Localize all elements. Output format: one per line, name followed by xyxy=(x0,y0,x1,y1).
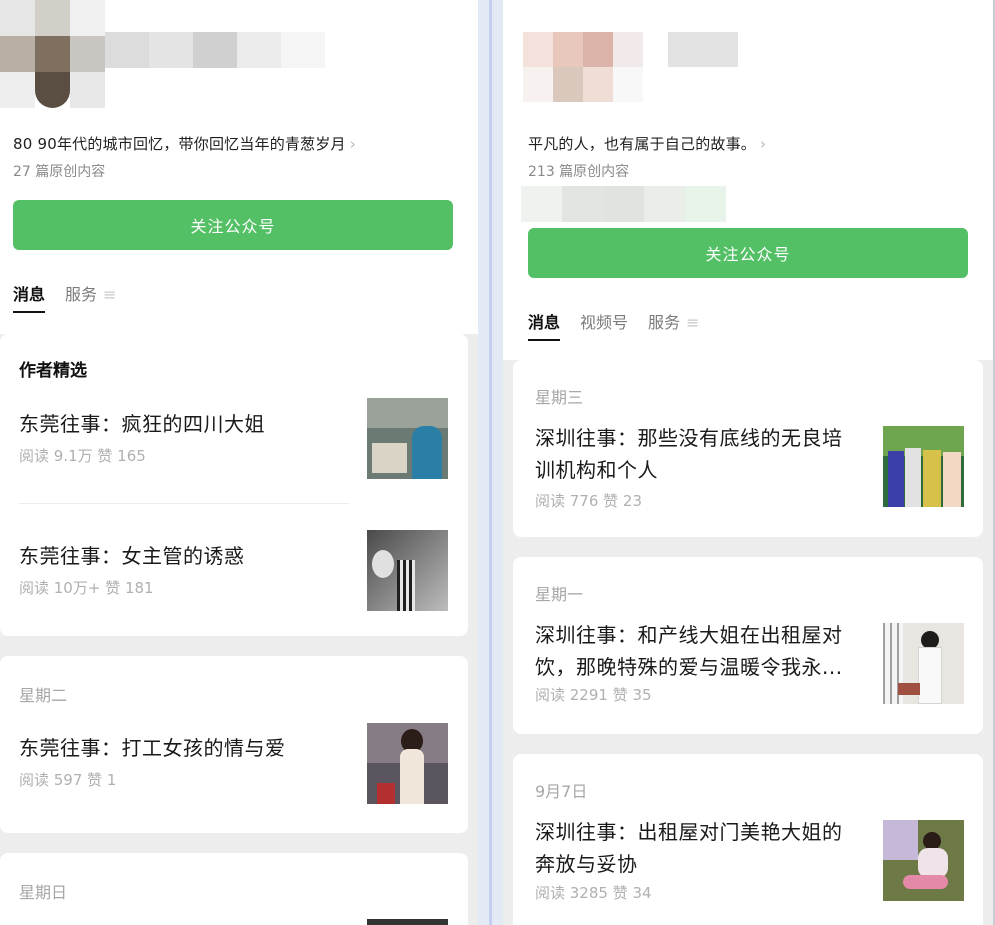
article-thumbnail xyxy=(367,398,448,479)
article-thumbnail xyxy=(883,426,964,507)
day-label: 星期二 xyxy=(19,686,68,705)
chevron-right-icon: › xyxy=(349,135,356,153)
article-stats: 阅读 10万+ 赞 181 xyxy=(19,579,154,597)
article-thumbnail xyxy=(367,919,448,925)
account-description[interactable]: 平凡的人，也有属于自己的故事。 › xyxy=(528,133,766,154)
article-title-line: 深圳往事：那些没有底线的无良培 xyxy=(535,426,843,450)
original-content-count: 27 篇原创内容 xyxy=(13,164,106,180)
day-label: 星期三 xyxy=(535,388,584,407)
avatar[interactable] xyxy=(0,0,105,108)
tab-services[interactable]: 服务 ≡ xyxy=(65,281,116,313)
article-title: 深圳往事：出租屋对门美艳大姐的 奔放与妥协 xyxy=(535,816,843,880)
tab-messages[interactable]: 消息 xyxy=(528,309,561,341)
left-account-panel: 80 90年代的城市回忆，带你回忆当年的青葱岁月 › 27 篇原创内容 关注公众号… xyxy=(0,0,478,925)
article-title: 东莞往事：女主管的诱惑 xyxy=(19,544,245,568)
article-title-line: 深圳往事：出租屋对门美艳大姐的 xyxy=(535,820,843,844)
chevron-right-icon: › xyxy=(760,135,767,153)
article-stats: 阅读 2291 赞 35 xyxy=(535,686,652,704)
article-title-line: 深圳往事：和产线大姐在出租屋对 xyxy=(535,623,843,647)
article-title-line: 奔放与妥协 xyxy=(535,852,638,876)
follow-button[interactable]: 关注公众号 xyxy=(13,200,453,250)
blurred-info xyxy=(521,186,726,222)
account-profile: 80 90年代的城市回忆，带你回忆当年的青葱岁月 › 27 篇原创内容 关注公众号… xyxy=(0,0,478,334)
article-thumbnail xyxy=(367,530,448,611)
tab-services-label: 服务 xyxy=(65,285,98,304)
tab-channels[interactable]: 视频号 xyxy=(580,309,628,341)
tab-bar: 消息 视频号 服务 ≡ xyxy=(528,309,699,341)
avatar[interactable] xyxy=(523,32,643,102)
article-stats: 阅读 3285 赞 34 xyxy=(535,884,652,902)
menu-icon: ≡ xyxy=(103,285,117,304)
day-label: 星期日 xyxy=(19,883,68,902)
article-stats: 阅读 9.1万 赞 165 xyxy=(19,447,146,465)
window-divider xyxy=(478,0,503,925)
menu-icon: ≡ xyxy=(686,313,700,332)
day-label: 9月7日 xyxy=(535,782,588,801)
divider xyxy=(19,503,349,504)
section-title: 作者精选 xyxy=(19,361,87,381)
tab-services[interactable]: 服务 ≡ xyxy=(648,309,699,341)
day-label: 星期一 xyxy=(535,585,584,604)
article-title-line: 训机构和个人 xyxy=(535,458,658,482)
tab-bar: 消息 服务 ≡ xyxy=(13,281,116,313)
account-profile: 平凡的人，也有属于自己的故事。 › 213 篇原创内容 关注公众号 消息 视频号 … xyxy=(503,0,993,360)
article-title-line: 饮，那晚特殊的爱与温暖令我永... xyxy=(535,655,843,679)
account-description[interactable]: 80 90年代的城市回忆，带你回忆当年的青葱岁月 › xyxy=(13,133,356,154)
description-text: 平凡的人，也有属于自己的故事。 xyxy=(528,135,757,153)
day-card: 星期一 深圳往事：和产线大姐在出租屋对 饮，那晚特殊的爱与温暖令我永... 阅读… xyxy=(513,557,983,734)
day-card: 星期三 深圳往事：那些没有底线的无良培 训机构和个人 阅读 776 赞 23 xyxy=(513,360,983,537)
article-thumbnail xyxy=(883,623,964,704)
tab-services-label: 服务 xyxy=(648,313,681,332)
article-stats: 阅读 597 赞 1 xyxy=(19,771,117,789)
article-title: 东莞往事：打工女孩的情与爱 xyxy=(19,736,286,760)
description-text: 80 90年代的城市回忆，带你回忆当年的青葱岁月 xyxy=(13,135,346,153)
account-name-blurred xyxy=(668,32,738,67)
article-stats: 阅读 776 赞 23 xyxy=(535,492,643,510)
right-account-panel: 平凡的人，也有属于自己的故事。 › 213 篇原创内容 关注公众号 消息 视频号 … xyxy=(503,0,995,925)
tab-messages[interactable]: 消息 xyxy=(13,281,46,313)
article-title: 深圳往事：和产线大姐在出租屋对 饮，那晚特殊的爱与温暖令我永... xyxy=(535,619,843,683)
day-card: 9月7日 深圳往事：出租屋对门美艳大姐的 奔放与妥协 阅读 3285 赞 34 xyxy=(513,754,983,925)
account-name-blurred xyxy=(105,32,325,68)
original-content-count: 213 篇原创内容 xyxy=(528,164,630,180)
day-card: 星期二 东莞往事：打工女孩的情与爱 阅读 597 赞 1 xyxy=(0,656,468,833)
follow-button[interactable]: 关注公众号 xyxy=(528,228,968,278)
article-thumbnail xyxy=(367,723,448,804)
article-thumbnail xyxy=(883,820,964,901)
article-title: 深圳往事：那些没有底线的无良培 训机构和个人 xyxy=(535,422,843,486)
day-card: 星期日 xyxy=(0,853,468,925)
featured-card: 作者精选 东莞往事：疯狂的四川大姐 阅读 9.1万 赞 165 东莞往事：女主管… xyxy=(0,334,468,636)
article-title: 东莞往事：疯狂的四川大姐 xyxy=(19,412,265,436)
